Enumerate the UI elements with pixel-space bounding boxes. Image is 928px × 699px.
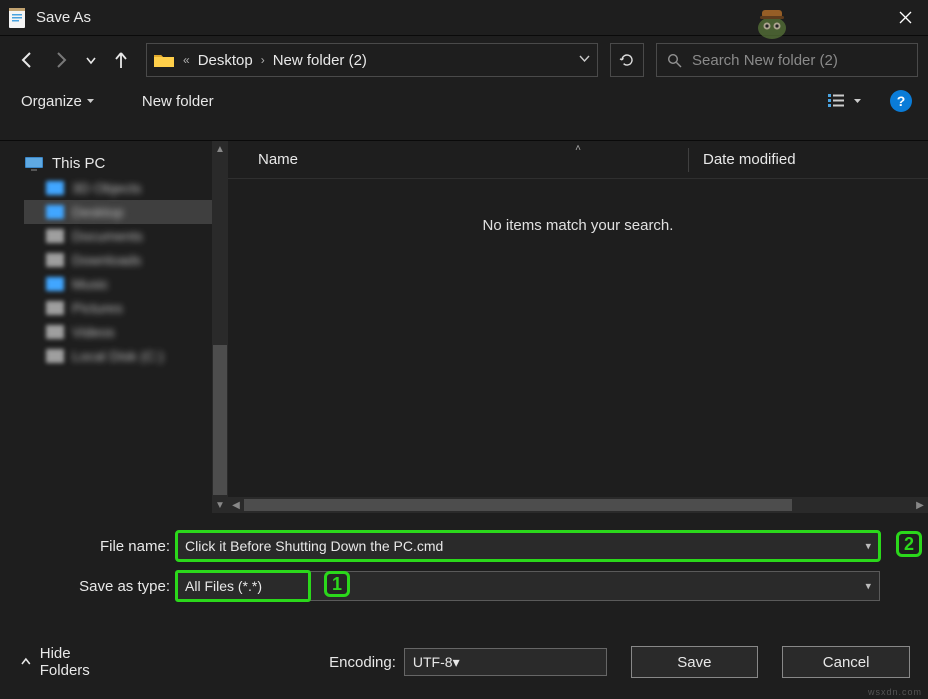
chevron-right-icon: › [259,53,267,67]
scroll-down-icon[interactable]: ▼ [212,497,228,513]
folder-icon [46,349,64,363]
cancel-button[interactable]: Cancel [782,646,910,678]
up-button[interactable] [108,46,134,74]
nav-scrollbar[interactable]: ▲ ▼ [212,141,228,513]
tree-item-label: Music [72,276,109,292]
folder-icon [46,229,64,243]
chevron-down-icon [86,97,95,106]
view-mode-dropdown[interactable] [821,90,868,112]
savetype-select[interactable]: All Files (*.*) ▾ [176,571,880,601]
tree-item[interactable]: Music [24,272,212,296]
column-date-modified[interactable]: Date modified [703,151,796,168]
watermark-text: wsxdn.com [868,687,922,697]
window-title: Save As [36,9,882,26]
file-list[interactable]: ˄ Name Date modified No items match your… [228,141,928,513]
filename-input[interactable]: Click it Before Shutting Down the PC.cmd… [176,531,880,561]
annotation-badge-2: 2 [896,531,922,557]
sort-indicator-icon: ˄ [575,143,581,154]
breadcrumb-desktop[interactable]: Desktop [192,52,259,69]
empty-message: No items match your search. [228,179,928,234]
folder-icon [46,325,64,339]
tree-item[interactable]: Pictures [24,296,212,320]
tree-item[interactable]: Videos [24,320,212,344]
chevron-up-icon [20,656,32,668]
organize-dropdown[interactable]: Organize [10,88,106,115]
filename-label: File name: [22,538,176,555]
tree-item-label: Desktop [72,204,123,220]
tree-item-label: Pictures [72,300,123,316]
back-button[interactable] [14,46,40,74]
chevron-down-icon [853,97,862,106]
refresh-button[interactable] [610,43,644,77]
scroll-left-icon[interactable]: ◀ [228,497,244,513]
tree-item[interactable]: 3D Objects [24,176,212,200]
save-button[interactable]: Save [631,646,759,678]
forward-button[interactable] [48,46,74,74]
tree-item[interactable]: Documents [24,224,212,248]
tree-item[interactable]: Downloads [24,248,212,272]
tree-item-label: Local Disk (C:) [72,348,164,364]
folder-icon [46,277,64,291]
folder-icon [46,205,64,219]
new-folder-button[interactable]: New folder [134,89,222,114]
address-dropdown[interactable] [571,51,597,69]
tree-item-label: Downloads [72,252,141,268]
folder-icon [153,52,175,68]
breadcrumb-newfolder[interactable]: New folder (2) [267,52,373,69]
savetype-dropdown-icon[interactable]: ▾ [865,580,871,593]
scroll-thumb[interactable] [244,499,792,511]
tree-item[interactable]: Local Disk (C:) [24,344,212,368]
tree-root-thispc[interactable]: This PC [24,151,212,176]
notepad-icon [8,7,26,29]
savetype-label: Save as type: [22,578,176,595]
annotation-badge-1: 1 [324,571,350,597]
encoding-select[interactable]: UTF-8 ▾ [404,648,607,676]
tree-item-label: Videos [72,324,115,340]
close-button[interactable] [882,0,928,36]
scroll-up-icon[interactable]: ▲ [212,141,228,157]
address-bar[interactable]: « Desktop › New folder (2) [146,43,598,77]
tree-item-label: Documents [72,228,143,244]
scroll-right-icon[interactable]: ▶ [912,497,928,513]
tree-item-label: 3D Objects [72,180,141,196]
folder-icon [46,253,64,267]
tree-item[interactable]: Desktop [24,200,212,224]
encoding-label: Encoding: [329,654,404,671]
filename-dropdown-icon[interactable]: ▾ [865,540,871,553]
navigation-pane: This PC 3D Objects Desktop Documents Downlo… [0,141,228,513]
folder-icon [46,181,64,195]
thispc-icon [24,156,44,172]
chevron-left-icon: « [181,53,192,67]
horizontal-scrollbar[interactable]: ◀ ▶ [228,497,928,513]
column-name[interactable]: Name [258,151,688,168]
search-icon [667,53,682,68]
history-dropdown[interactable] [82,46,100,74]
encoding-dropdown-icon[interactable]: ▾ [453,654,460,671]
details-view-icon [827,92,845,110]
scroll-thumb[interactable] [213,345,227,495]
folder-icon [46,301,64,315]
help-button[interactable]: ? [890,90,912,112]
hide-folders-button[interactable]: Hide Folders [14,641,129,683]
search-box[interactable]: Search New folder (2) [656,43,918,77]
search-placeholder: Search New folder (2) [692,52,838,69]
